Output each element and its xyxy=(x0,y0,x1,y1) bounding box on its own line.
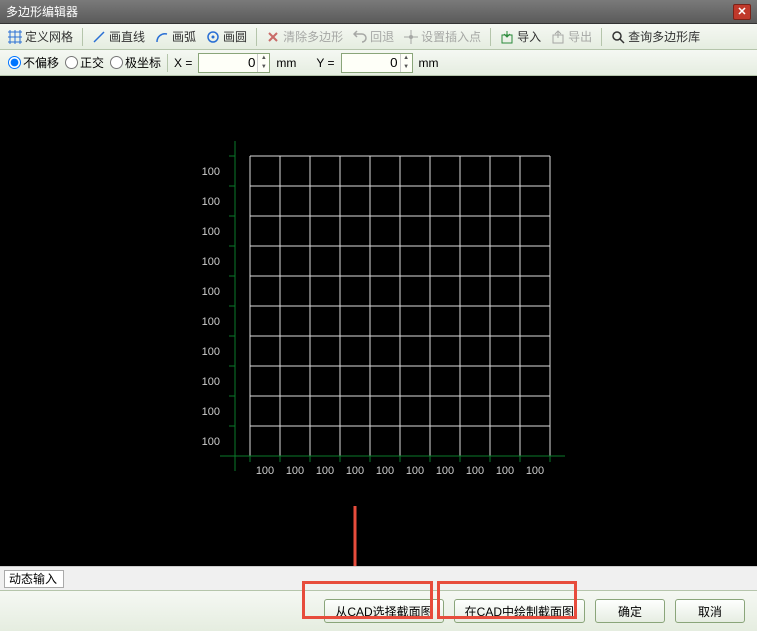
y-label: Y = xyxy=(316,56,334,70)
options-bar: 不偏移 正交 极坐标 X = ▲▼ mm Y = ▲▼ mm xyxy=(0,50,757,76)
svg-text:100: 100 xyxy=(406,465,424,477)
undo-icon xyxy=(353,30,367,44)
export-label: 导出 xyxy=(568,28,592,45)
export-icon xyxy=(551,30,565,44)
svg-text:100: 100 xyxy=(202,436,220,448)
separator xyxy=(490,28,491,46)
separator xyxy=(167,54,168,72)
svg-text:100: 100 xyxy=(256,465,274,477)
y-spin-up[interactable]: ▲ xyxy=(400,54,412,63)
grid-icon xyxy=(8,30,22,44)
draw-arc-label: 画弧 xyxy=(172,28,196,45)
export-button[interactable]: 导出 xyxy=(547,26,596,47)
separator xyxy=(82,28,83,46)
separator xyxy=(601,28,602,46)
line-icon xyxy=(92,30,106,44)
canvas[interactable]: 100 100 100 100 100 100 100 100 100 100 100 100 100 1… xyxy=(0,76,757,566)
footer: 从CAD选择截面图 在CAD中绘制截面图 确定 取消 xyxy=(0,590,757,631)
import-icon xyxy=(500,30,514,44)
x-label: X = xyxy=(174,56,192,70)
arc-icon xyxy=(155,30,169,44)
cancel-button[interactable]: 取消 xyxy=(675,599,745,623)
query-library-button[interactable]: 查询多边形库 xyxy=(607,26,704,47)
ortho-radio[interactable]: 正交 xyxy=(65,54,104,71)
no-offset-radio[interactable]: 不偏移 xyxy=(8,54,59,71)
svg-text:100: 100 xyxy=(376,465,394,477)
undo-button[interactable]: 回退 xyxy=(349,26,398,47)
titlebar: 多边形编辑器 ✕ xyxy=(0,0,757,24)
window-title: 多边形编辑器 xyxy=(6,3,733,20)
draw-in-cad-button[interactable]: 在CAD中绘制截面图 xyxy=(454,599,585,623)
status-bar xyxy=(0,566,757,590)
delete-icon xyxy=(266,30,280,44)
set-insert-button[interactable]: 设置插入点 xyxy=(400,26,485,47)
clear-polygon-button[interactable]: 清除多边形 xyxy=(262,26,347,47)
svg-text:100: 100 xyxy=(346,465,364,477)
svg-text:100: 100 xyxy=(202,376,220,388)
x-unit: mm xyxy=(276,56,296,70)
svg-text:100: 100 xyxy=(202,256,220,268)
svg-text:100: 100 xyxy=(202,286,220,298)
svg-text:100: 100 xyxy=(316,465,334,477)
set-insert-label: 设置插入点 xyxy=(421,28,481,45)
svg-text:100: 100 xyxy=(202,316,220,328)
draw-arc-button[interactable]: 画弧 xyxy=(151,26,200,47)
import-label: 导入 xyxy=(517,28,541,45)
svg-text:100: 100 xyxy=(202,166,220,178)
svg-text:100: 100 xyxy=(202,196,220,208)
close-icon: ✕ xyxy=(737,5,746,18)
search-icon xyxy=(611,30,625,44)
y-spin-down[interactable]: ▼ xyxy=(400,63,412,72)
svg-text:100: 100 xyxy=(202,406,220,418)
circle-icon xyxy=(206,30,220,44)
y-unit: mm xyxy=(419,56,439,70)
separator xyxy=(256,28,257,46)
svg-text:100: 100 xyxy=(286,465,304,477)
close-button[interactable]: ✕ xyxy=(733,4,751,20)
x-spin-up[interactable]: ▲ xyxy=(257,54,269,63)
draw-line-button[interactable]: 画直线 xyxy=(88,26,149,47)
svg-text:100: 100 xyxy=(496,465,514,477)
svg-text:100: 100 xyxy=(202,226,220,238)
dynamic-input-field[interactable] xyxy=(4,570,64,588)
query-library-label: 查询多边形库 xyxy=(628,28,700,45)
svg-text:100: 100 xyxy=(466,465,484,477)
svg-text:100: 100 xyxy=(526,465,544,477)
draw-line-label: 画直线 xyxy=(109,28,145,45)
undo-label: 回退 xyxy=(370,28,394,45)
toolbar: 定义网格 画直线 画弧 画圆 清除多边形 回退 设置插入点 xyxy=(0,24,757,50)
insert-point-icon xyxy=(404,30,418,44)
draw-circle-button[interactable]: 画圆 xyxy=(202,26,251,47)
polar-radio[interactable]: 极坐标 xyxy=(110,54,161,71)
clear-polygon-label: 清除多边形 xyxy=(283,28,343,45)
draw-circle-label: 画圆 xyxy=(223,28,247,45)
svg-text:100: 100 xyxy=(436,465,454,477)
import-button[interactable]: 导入 xyxy=(496,26,545,47)
svg-text:100: 100 xyxy=(202,346,220,358)
ok-button[interactable]: 确定 xyxy=(595,599,665,623)
define-grid-label: 定义网格 xyxy=(25,28,73,45)
define-grid-button[interactable]: 定义网格 xyxy=(4,26,77,47)
x-spin-down[interactable]: ▼ xyxy=(257,63,269,72)
from-cad-button[interactable]: 从CAD选择截面图 xyxy=(324,599,443,623)
